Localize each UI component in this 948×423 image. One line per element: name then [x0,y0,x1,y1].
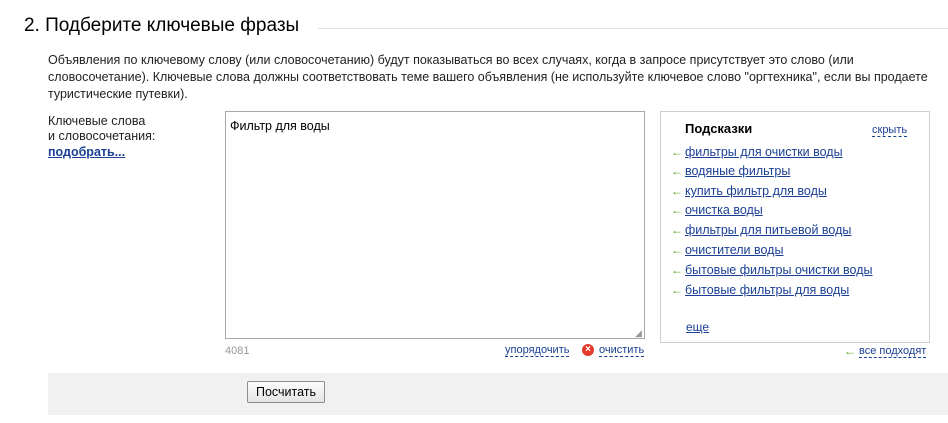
calculate-button[interactable]: Посчитать [247,381,326,403]
action-bar: Посчитать [48,373,948,415]
hint-item[interactable]: ← купить фильтр для воды [671,184,827,200]
hint-item-label[interactable]: бытовые фильтры очистки воды [685,263,873,277]
hint-item[interactable]: ← фильтры для очистки воды [671,145,843,161]
resize-grip-icon[interactable]: ◢ [635,329,643,338]
char-counter: 4081 [225,345,250,357]
keywords-textarea[interactable]: Фильтр для воды ◢ [225,111,645,339]
all-fit-link[interactable]: все подходят [859,345,927,358]
keywords-label-line1: Ключевые слова [48,114,146,128]
hints-title: Подсказки [685,121,753,136]
hint-item-label[interactable]: очистители воды [685,243,783,257]
arrow-left-icon[interactable]: ← [671,145,685,159]
keywords-label: Ключевые слова и словосочетания: [48,114,155,144]
arrow-left-icon[interactable]: ← [671,243,685,257]
section-description: Объявления по ключевому слову (или слово… [48,53,928,101]
more-hints-link[interactable]: еще [686,320,709,334]
arrow-left-icon[interactable]: ← [671,164,685,178]
hint-item-label[interactable]: очистка воды [685,203,763,217]
arrow-left-icon[interactable]: ← [671,223,685,237]
hint-item[interactable]: ← бытовые фильтры для воды [671,283,849,299]
hints-panel: Подсказки скрыть ← фильтры для очистки во… [660,111,930,343]
clear-link[interactable]: очистить [599,344,645,357]
arrow-left-icon[interactable]: ← [844,344,856,358]
keywords-textarea-value: Фильтр для воды [230,119,330,133]
hide-hints-link[interactable]: скрыть [872,124,908,137]
pick-keywords-link[interactable]: подобрать... [48,145,125,159]
hint-item-label[interactable]: бытовые фильтры для воды [685,283,849,297]
hint-item[interactable]: ← фильтры для питьевой воды [671,223,851,239]
hint-item-label[interactable]: фильтры для очистки воды [685,145,843,159]
arrow-left-icon[interactable]: ← [671,203,685,217]
arrow-left-icon[interactable]: ← [671,283,685,297]
arrow-left-icon[interactable]: ← [671,263,685,277]
hint-item[interactable]: ← очистка воды [671,203,763,219]
hint-item-label[interactable]: фильтры для питьевой воды [685,223,851,237]
hint-item-label[interactable]: водяные фильтры [685,164,790,178]
arrow-left-icon[interactable]: ← [671,184,685,198]
title-divider [318,28,948,29]
sort-link[interactable]: упорядочить [505,344,570,357]
hint-item[interactable]: ← водяные фильтры [671,164,790,180]
hint-item[interactable]: ← бытовые фильтры очистки воды [671,263,873,279]
section-title: 2. Подберите ключевые фразы [24,15,300,36]
keywords-label-line2: и словосочетания: [48,129,156,143]
clear-x-icon[interactable]: × [582,344,594,356]
hint-item-label[interactable]: купить фильтр для воды [685,184,827,198]
hint-item[interactable]: ← очистители воды [671,243,783,259]
